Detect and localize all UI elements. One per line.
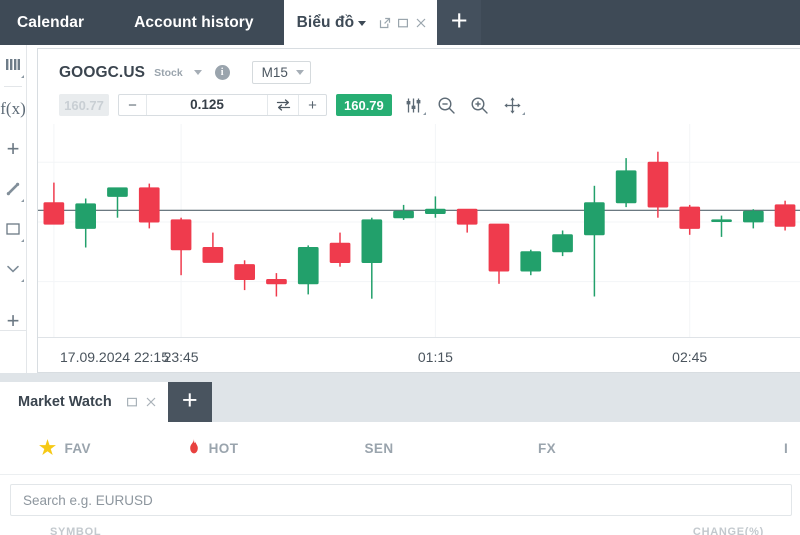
volume-input[interactable]: 0.125 [146, 95, 268, 115]
market-watch-add-tab-label: + [181, 385, 198, 415]
category-tab-sen[interactable]: SEN [295, 441, 463, 456]
category-tab-fx[interactable]: FX [463, 441, 631, 456]
symbol-chevron-down-icon[interactable] [193, 70, 202, 75]
category-tab-sen-label: SEN [364, 440, 394, 456]
move-chart-more-indicator [521, 112, 525, 115]
maximize-icon[interactable] [126, 396, 138, 408]
zoom-out-icon[interactable] [436, 94, 458, 116]
indicators-label: f(x) [0, 99, 26, 118]
trendline-tool-icon[interactable] [0, 169, 26, 209]
add-indicator-label: + [6, 136, 20, 161]
volume-decrease-button[interactable]: − [119, 95, 146, 115]
add-indicator-icon[interactable]: + [0, 129, 26, 169]
trendline-more-indicator [21, 199, 24, 202]
tab-calendar[interactable]: Calendar [0, 0, 118, 45]
top-tab-bar: Calendar Account history Biểu đồ + [0, 0, 800, 45]
info-icon[interactable]: i [214, 65, 230, 80]
more-tools-icon[interactable] [0, 249, 26, 289]
column-header-symbol: SYMBOL [50, 526, 102, 535]
chart-symbol-row: GOOGC.US Stock i M15 [59, 61, 311, 84]
tab-chart-label: Biểu đồ [296, 13, 355, 31]
maximize-icon[interactable] [397, 17, 409, 29]
star-icon: ★ [39, 437, 57, 459]
more-tools-indicator [21, 279, 24, 282]
volume-unit-swap-icon[interactable] [268, 98, 298, 112]
popout-icon[interactable] [379, 17, 391, 29]
rectangle-more-indicator [21, 239, 24, 242]
chart-trade-row: 160.77 − 0.125 + 160.79 [59, 93, 525, 117]
timeframe-select[interactable]: M15 [251, 61, 311, 84]
category-tab-partial[interactable]: I [784, 441, 800, 456]
chart-panel: GOOGC.US Stock i M15 160.77 − 0.125 + 16… [37, 48, 800, 373]
add-panel-label: + [6, 308, 20, 333]
panel-separator [0, 373, 800, 382]
category-tab-hot-label: HOT [208, 440, 239, 456]
close-icon[interactable] [145, 396, 157, 408]
market-watch-title: Market Watch [18, 394, 112, 410]
market-watch-body: ★ FAV HOT SEN FX I Search e.g. EURUSD SY… [0, 422, 800, 535]
add-tab-label: + [450, 4, 468, 37]
close-icon[interactable] [415, 17, 427, 29]
category-tab-fav[interactable]: ★ FAV [0, 439, 130, 458]
category-tab-hot[interactable]: HOT [130, 438, 295, 459]
timeframe-chevron-down-icon [295, 70, 304, 75]
market-watch-tab-bar: Market Watch + [0, 382, 800, 422]
tab-chart-controls [379, 17, 427, 29]
chevron-down-icon[interactable] [358, 21, 367, 26]
add-panel-icon[interactable]: + [0, 301, 26, 341]
market-watch-column-headers: SYMBOL CHANGE(%) [0, 526, 800, 535]
rectangle-tool-icon[interactable] [0, 209, 26, 249]
chart-left-toolbar: f(x) + + [0, 45, 27, 375]
market-watch-tab-controls [126, 396, 157, 408]
chart-settings-more-indicator [422, 112, 426, 115]
chart-type-icon[interactable] [0, 45, 26, 85]
move-chart-icon[interactable] [502, 94, 525, 116]
tab-chart[interactable]: Biểu đồ [283, 0, 438, 45]
svg-text:02:45: 02:45 [672, 349, 707, 365]
category-tab-partial-label: I [784, 440, 789, 456]
tab-market-watch[interactable]: Market Watch [0, 382, 168, 422]
candlestick-chart[interactable]: 17.09.2024 22:1523:4501:1502:4521:4 [38, 124, 800, 373]
chart-header: GOOGC.US Stock i M15 160.77 − 0.125 + 16… [38, 49, 800, 124]
chart-symbol-kind: Stock [154, 66, 183, 79]
market-watch-add-tab-button[interactable]: + [167, 382, 212, 422]
svg-text:17.09.2024 22:15: 17.09.2024 22:15 [60, 349, 169, 365]
volume-stepper: − 0.125 + [118, 94, 327, 116]
chart-plot-area[interactable]: 17.09.2024 22:1523:4501:1502:4521:4 [38, 124, 800, 373]
chart-settings-icon[interactable] [403, 94, 426, 116]
market-watch-search [10, 484, 792, 516]
sell-price-button[interactable]: 160.77 [59, 94, 109, 116]
indicators-icon[interactable]: f(x) [0, 89, 26, 129]
chart-type-more-indicator [21, 75, 24, 78]
svg-text:23:45: 23:45 [164, 349, 199, 365]
tab-account-history[interactable]: Account history [118, 0, 283, 45]
tab-account-history-label: Account history [134, 13, 254, 31]
search-input[interactable] [10, 484, 792, 516]
add-tab-button[interactable]: + [437, 0, 482, 45]
market-watch-category-tabs: ★ FAV HOT SEN FX I [0, 422, 800, 475]
trading-platform-window: Calendar Account history Biểu đồ + f(x) … [0, 0, 800, 535]
volume-increase-button[interactable]: + [298, 95, 326, 115]
category-tab-fav-label: FAV [64, 440, 91, 456]
chart-symbol-name: GOOGC.US [59, 63, 146, 81]
flame-icon [187, 438, 201, 459]
toolbar-divider [4, 86, 22, 87]
column-header-change: CHANGE(%) [692, 526, 764, 535]
svg-text:01:15: 01:15 [418, 349, 453, 365]
zoom-in-icon[interactable] [469, 94, 491, 116]
chart-tool-buttons [403, 94, 525, 116]
category-tab-fx-label: FX [537, 440, 557, 456]
buy-price-button[interactable]: 160.79 [336, 94, 392, 116]
timeframe-value: M15 [261, 65, 288, 80]
tab-calendar-label: Calendar [17, 13, 85, 31]
